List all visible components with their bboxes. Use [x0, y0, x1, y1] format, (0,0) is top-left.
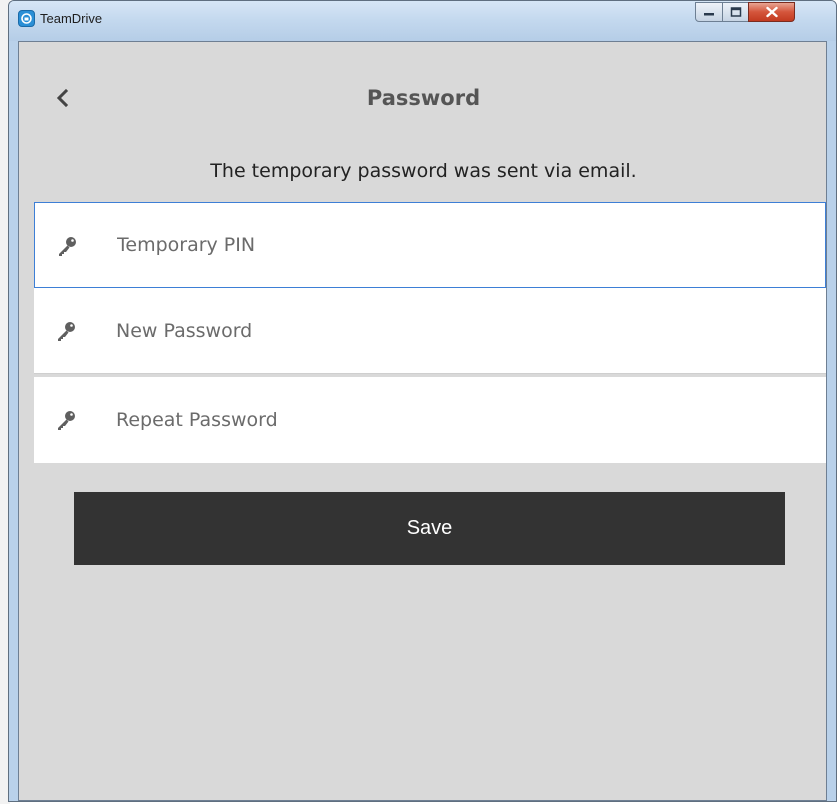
- key-icon: [58, 411, 75, 430]
- close-button[interactable]: [748, 2, 795, 22]
- teamdrive-logo-icon: [18, 10, 35, 27]
- password-screen: Password The temporary password was sent…: [18, 41, 827, 801]
- new-password-input[interactable]: [116, 288, 806, 373]
- maximize-icon: [730, 7, 741, 17]
- new-password-field[interactable]: [34, 288, 826, 374]
- key-icon: [58, 322, 75, 341]
- temporary-pin-field[interactable]: [34, 202, 826, 288]
- minimize-button[interactable]: [695, 2, 723, 22]
- page-title: Password: [366, 86, 481, 110]
- close-icon: [765, 6, 778, 18]
- minimize-icon: [704, 13, 714, 16]
- info-message: The temporary password was sent via emai…: [210, 160, 637, 182]
- repeat-password-field[interactable]: [34, 377, 826, 463]
- window-titlebar[interactable]: TeamDrive: [9, 1, 836, 41]
- app-window: TeamDrive Password The temporary passwor…: [8, 0, 837, 802]
- save-button[interactable]: Save: [74, 492, 785, 565]
- key-icon: [59, 237, 76, 256]
- temporary-pin-input[interactable]: [117, 203, 807, 287]
- window-title: TeamDrive: [40, 11, 103, 26]
- maximize-button[interactable]: [722, 2, 749, 22]
- repeat-password-input[interactable]: [116, 377, 806, 463]
